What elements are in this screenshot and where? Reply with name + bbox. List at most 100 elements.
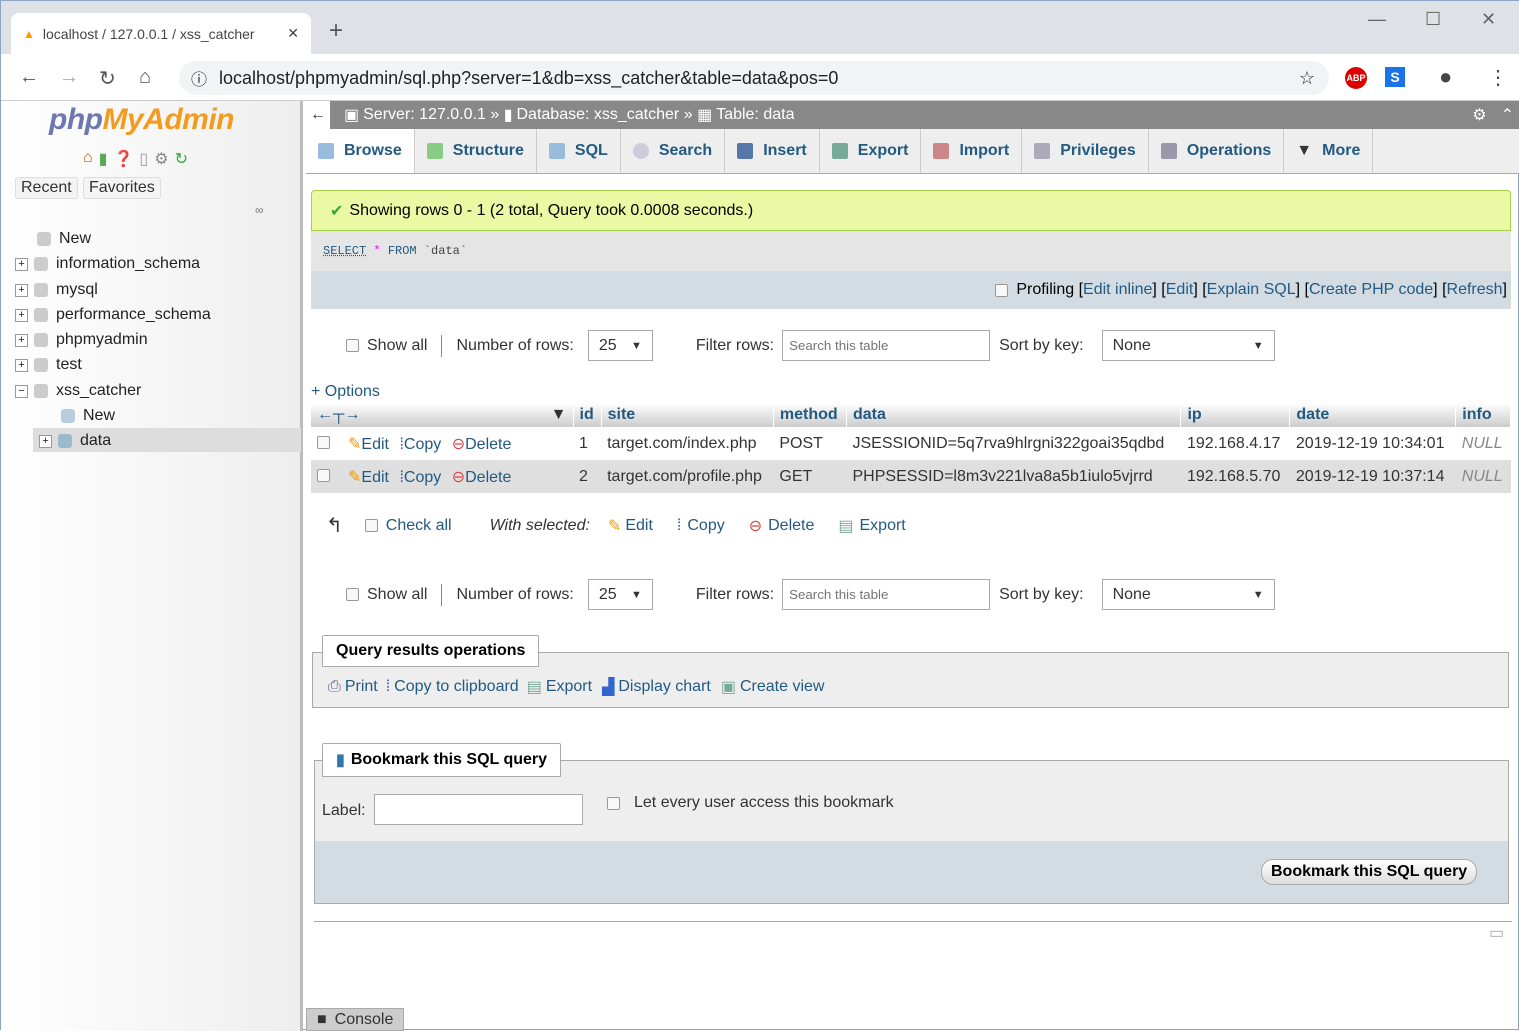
- help-icon[interactable]: ❓: [113, 149, 133, 169]
- page-settings-icon[interactable]: ▭: [1489, 923, 1504, 943]
- edit-inline-link[interactable]: Edit inline: [1083, 281, 1152, 299]
- profiling-checkbox[interactable]: [995, 283, 1009, 297]
- close-window-icon[interactable]: ✕: [1481, 9, 1496, 30]
- tree-item-xss-catcher[interactable]: − xss_catcher: [15, 380, 141, 402]
- tab-export[interactable]: Export: [820, 129, 922, 173]
- column-header-ip[interactable]: ip: [1180, 403, 1291, 427]
- adblock-icon[interactable]: ABP: [1345, 67, 1367, 89]
- bookmark-star-icon[interactable]: ☆: [1299, 68, 1315, 89]
- forward-icon[interactable]: →: [59, 66, 79, 89]
- share-bookmark-checkbox[interactable]: [607, 796, 620, 810]
- display-chart-link[interactable]: Display chart: [618, 678, 710, 696]
- minimize-icon[interactable]: —: [1368, 9, 1386, 30]
- number-of-rows-select[interactable]: 25 ▼: [587, 579, 653, 610]
- copy-to-clipboard-link[interactable]: Copy to clipboard: [394, 678, 519, 696]
- tab-more[interactable]: ▼ More: [1284, 129, 1374, 173]
- tree-item-information-schema[interactable]: + information_schema: [15, 253, 200, 275]
- breadcrumb-database[interactable]: Database: xss_catcher: [517, 106, 680, 124]
- column-header-site[interactable]: site: [601, 403, 774, 427]
- tab-browse[interactable]: Browse: [306, 129, 415, 173]
- column-header-id[interactable]: id: [573, 403, 602, 427]
- tree-item-phpmyadmin[interactable]: + phpmyadmin: [15, 329, 148, 351]
- phpmyadmin-logo[interactable]: phpMyAdmin: [49, 103, 234, 137]
- caret-down-icon: ▼: [1296, 142, 1313, 159]
- sort-by-key-select[interactable]: None ▼: [1101, 579, 1275, 610]
- sort-by-key-select[interactable]: None ▼: [1101, 330, 1275, 361]
- settings-icon[interactable]: ⚙: [1472, 105, 1486, 125]
- row-checkbox[interactable]: [317, 435, 330, 449]
- address-bar[interactable]: ⓘ localhost/phpmyadmin/sql.php?server=1&…: [179, 61, 1329, 95]
- print-link[interactable]: Print: [345, 678, 378, 696]
- row-checkbox[interactable]: [317, 468, 330, 482]
- settings-icon[interactable]: ⚙: [154, 149, 168, 169]
- menu-icon[interactable]: ⋮: [1488, 65, 1508, 90]
- tab-insert[interactable]: Insert: [725, 129, 820, 173]
- show-all-checkbox[interactable]: [346, 588, 359, 601]
- tab-sql[interactable]: SQL: [537, 129, 621, 173]
- tab-import[interactable]: Import: [921, 129, 1023, 173]
- bookmark-label-input[interactable]: [374, 794, 583, 825]
- options-link[interactable]: + Options: [311, 383, 380, 401]
- close-tab-icon[interactable]: ✕: [287, 25, 299, 42]
- bulk-delete-button[interactable]: Delete: [768, 517, 814, 535]
- create-php-code-link[interactable]: Create PHP code: [1309, 281, 1433, 299]
- tab-structure[interactable]: Structure: [415, 129, 537, 173]
- column-header-data[interactable]: data: [846, 403, 1182, 427]
- recent-button[interactable]: Recent: [15, 177, 78, 199]
- copy-row-link[interactable]: Copy: [404, 469, 441, 486]
- tree-item-performance-schema[interactable]: + performance_schema: [15, 304, 211, 326]
- reload-icon[interactable]: ↻: [175, 149, 188, 169]
- explain-sql-link[interactable]: Explain SQL: [1207, 281, 1296, 299]
- home-icon[interactable]: ⌂: [83, 149, 93, 169]
- maximize-icon[interactable]: ☐: [1425, 9, 1441, 30]
- tree-item-data[interactable]: + data: [39, 430, 111, 452]
- check-all-link[interactable]: Check all: [386, 517, 452, 535]
- breadcrumb-table[interactable]: Table: data: [716, 106, 794, 124]
- tab-operations[interactable]: Operations: [1149, 129, 1285, 173]
- edit-link[interactable]: Edit: [1166, 281, 1194, 299]
- tab-privileges[interactable]: Privileges: [1022, 129, 1149, 173]
- filter-rows-input[interactable]: [782, 579, 991, 610]
- create-view-link[interactable]: Create view: [740, 678, 824, 696]
- collapse-sidebar-icon[interactable]: ←: [306, 101, 330, 129]
- bulk-copy-button[interactable]: Copy: [687, 517, 724, 535]
- number-of-rows-select[interactable]: 25 ▼: [587, 330, 653, 361]
- browser-tab[interactable]: ▲ localhost / 127.0.0.1 / xss_catcher ✕: [11, 13, 311, 54]
- pma-favicon-icon: ▲: [23, 26, 35, 41]
- extension-s-icon[interactable]: S: [1385, 67, 1405, 87]
- filter-rows-input[interactable]: [782, 330, 991, 361]
- column-menu-icon[interactable]: ▼: [551, 406, 567, 424]
- export-link[interactable]: Export: [546, 678, 592, 696]
- back-icon[interactable]: ←: [19, 66, 39, 89]
- profile-icon[interactable]: ●: [1439, 64, 1452, 90]
- show-all-checkbox[interactable]: [346, 339, 359, 352]
- tree-item-new[interactable]: New: [37, 228, 91, 250]
- tab-search[interactable]: Search: [621, 129, 726, 173]
- breadcrumb-server[interactable]: Server: 127.0.0.1: [363, 106, 486, 124]
- edit-row-link[interactable]: Edit: [361, 469, 389, 486]
- docs-icon[interactable]: ▯: [139, 149, 148, 169]
- logout-icon[interactable]: ▮: [99, 149, 108, 169]
- home-icon[interactable]: ⌂: [139, 66, 151, 89]
- column-header-date[interactable]: date: [1289, 403, 1457, 427]
- link-icon[interactable]: ∞: [255, 203, 264, 217]
- bulk-edit-button[interactable]: Edit: [625, 517, 653, 535]
- delete-row-link[interactable]: Delete: [465, 436, 511, 453]
- delete-row-link[interactable]: Delete: [465, 469, 511, 486]
- copy-row-link[interactable]: Copy: [404, 436, 441, 453]
- tree-item-test[interactable]: + test: [15, 354, 82, 376]
- reload-icon[interactable]: ↻: [99, 66, 116, 91]
- tree-item-mysql[interactable]: + mysql: [15, 279, 98, 301]
- edit-row-link[interactable]: Edit: [361, 436, 389, 453]
- column-header-info[interactable]: info: [1455, 403, 1511, 427]
- check-all-checkbox[interactable]: [364, 519, 378, 532]
- console-toggle[interactable]: ■ Console: [306, 1008, 404, 1031]
- column-header-method[interactable]: method: [773, 403, 848, 427]
- tree-item-new-table[interactable]: New: [61, 405, 115, 427]
- favorites-button[interactable]: Favorites: [83, 177, 161, 199]
- refresh-link[interactable]: Refresh: [1447, 281, 1503, 299]
- collapse-top-icon[interactable]: ⌃: [1501, 105, 1514, 125]
- bulk-export-button[interactable]: Export: [860, 517, 906, 535]
- bookmark-submit-button[interactable]: Bookmark this SQL query: [1261, 859, 1478, 885]
- new-tab-icon[interactable]: +: [329, 17, 343, 45]
